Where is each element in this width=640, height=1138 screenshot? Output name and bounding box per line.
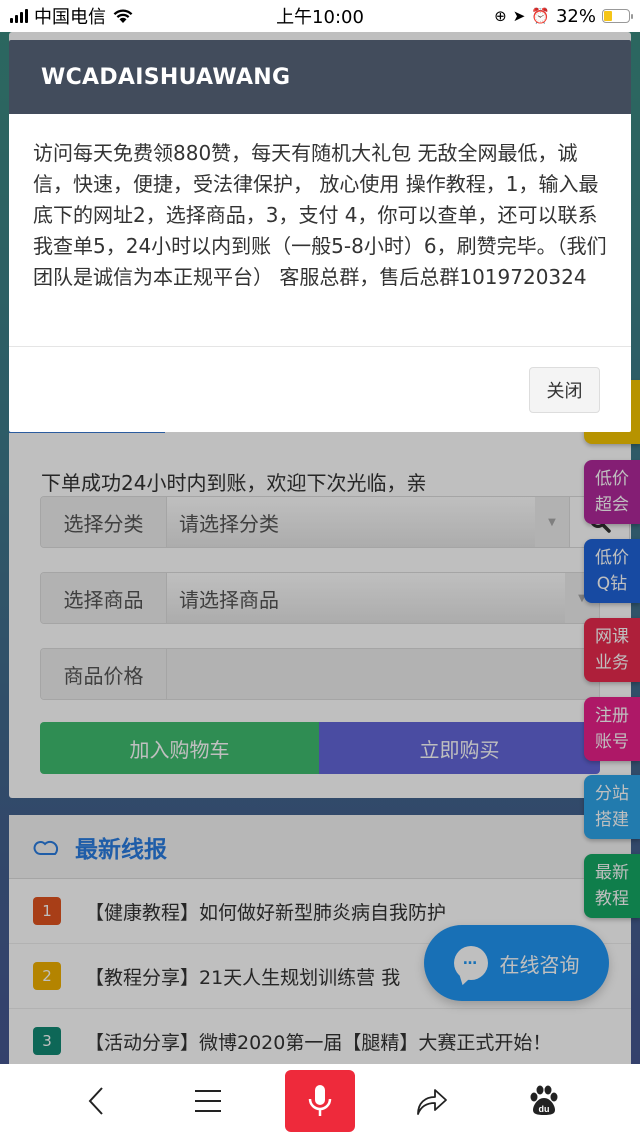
- close-button[interactable]: 关闭: [529, 366, 600, 413]
- alarm-icon: ⏰: [531, 7, 550, 25]
- svg-text:du: du: [539, 1104, 550, 1114]
- announcement-modal: WCADAISHUAWANG 访问每天免费领880赞，每天有随机大礼包 无敌全网…: [9, 40, 631, 432]
- baidu-button[interactable]: du: [509, 1070, 579, 1132]
- modal-body: 访问每天免费领880赞，每天有随机大礼包 无敌全网最低，诚信，快速，便捷，受法律…: [9, 114, 631, 347]
- rotation-lock-icon: ⊕: [494, 7, 507, 25]
- carrier-name: 中国电信: [34, 7, 106, 28]
- wifi-icon: [113, 9, 133, 23]
- baidu-paw-icon: du: [530, 1085, 558, 1115]
- back-button[interactable]: [61, 1070, 131, 1132]
- menu-button[interactable]: [173, 1070, 243, 1132]
- browser-toolbar: du: [0, 1064, 640, 1138]
- location-icon: ➤: [512, 7, 526, 25]
- share-button[interactable]: [397, 1070, 467, 1132]
- battery-icon: [602, 9, 633, 23]
- voice-search-button[interactable]: [285, 1070, 355, 1132]
- modal-title: WCADAISHUAWANG: [9, 40, 631, 114]
- signal-icon: [10, 9, 28, 23]
- status-bar: 中国电信 上午10:00 ⊕ ➤ ⏰ 32%: [0, 0, 640, 32]
- battery-percent: 32%: [555, 5, 596, 27]
- menu-icon: [195, 1090, 221, 1112]
- microphone-icon: [308, 1085, 332, 1116]
- modal-footer: 关闭: [9, 347, 631, 432]
- share-icon: [417, 1089, 447, 1115]
- back-icon: [88, 1087, 103, 1115]
